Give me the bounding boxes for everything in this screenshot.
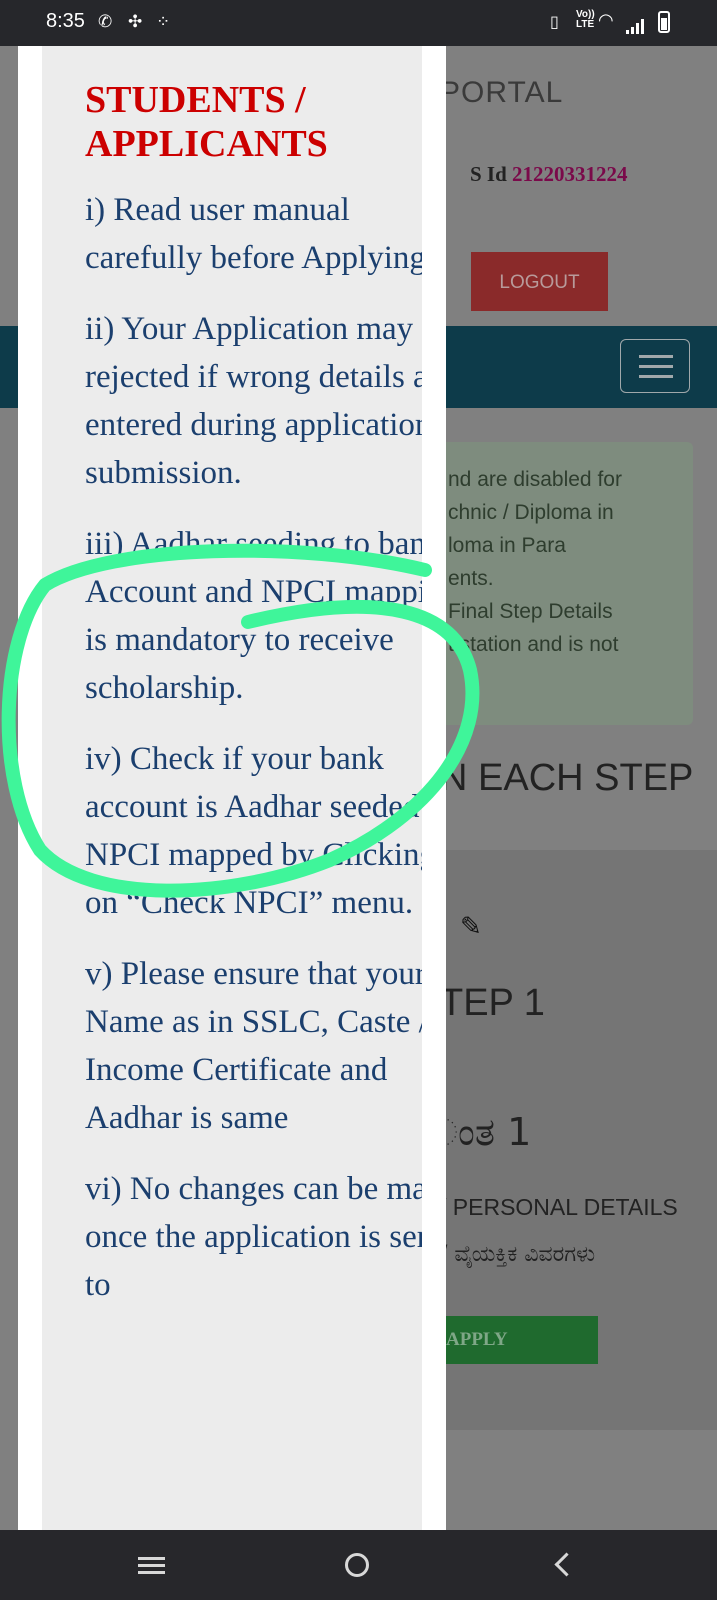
instruction-item: v) Please ensure that your Name as in SS…	[85, 956, 422, 1136]
personal-details-kannada: / ವೈಯಕ್ತಿಕ ವಿವರಗಳು	[440, 1242, 596, 1267]
student-id: S Id 21220331224	[470, 162, 628, 187]
instruction-item: vi) No changes can be made once the appl…	[85, 1171, 422, 1303]
modal-title: STUDENTS / APPLICANTS	[85, 79, 328, 165]
each-step-heading: N EACH STEP	[440, 757, 694, 799]
instructions-panel[interactable]: STUDENTS / APPLICANTS i) Read user manua…	[42, 46, 422, 1530]
alert-line: t station and is not	[448, 633, 619, 656]
whatsapp-icon: ✆	[98, 12, 113, 32]
step-heading: TEP 1	[440, 982, 545, 1024]
battery-icon	[658, 11, 670, 33]
alert-line: loma in Para	[448, 534, 566, 557]
home-icon[interactable]	[298, 1530, 418, 1600]
status-bar: 8:35 ✆ ✣ ⁘ ▯ Vo)) LTE ◠	[0, 0, 717, 46]
status-time: 8:35	[46, 10, 85, 32]
student-id-label: S Id	[470, 162, 507, 186]
instruction-item: iv) Check if your bank account is Aadhar…	[85, 741, 422, 921]
apply-button[interactable]: APPLY	[428, 1316, 598, 1364]
instruction-item: i) Read user manual carefully before App…	[85, 192, 422, 276]
portal-title: PORTAL	[440, 76, 564, 109]
instructions-list: i) Read user manual carefully before App…	[85, 186, 422, 1332]
back-icon[interactable]	[506, 1530, 626, 1600]
system-nav-bar	[0, 1530, 717, 1600]
instruction-item: ii) Your Application may get rejected if…	[85, 311, 422, 491]
alert-line: nd are disabled for	[448, 468, 622, 491]
info-alert: nd are disabled for chnic / Diploma in l…	[428, 442, 693, 725]
student-id-value: 21220331224	[512, 162, 628, 186]
instruction-item: iii) Aadhar seeding to bank Account and …	[85, 526, 422, 706]
pencil-icon[interactable]: ✎	[460, 912, 482, 942]
recents-icon[interactable]	[92, 1530, 212, 1600]
volte-icon: Vo)) LTE	[576, 9, 595, 30]
vibrate-icon: ▯	[550, 12, 559, 31]
wifi-icon: ◠	[598, 10, 614, 31]
app-icon: ✣	[128, 12, 143, 32]
alert-line: ents.	[448, 567, 494, 590]
alert-line: Final Step Details	[448, 600, 613, 623]
hamburger-menu-icon[interactable]	[620, 339, 690, 393]
alert-line: chnic / Diploma in	[448, 501, 614, 524]
personal-details-label: / PERSONAL DETAILS	[440, 1194, 678, 1220]
notification-dots-icon: ⁘	[156, 12, 171, 32]
logout-button[interactable]: LOGOUT	[471, 252, 608, 311]
signal-icon	[626, 16, 646, 34]
